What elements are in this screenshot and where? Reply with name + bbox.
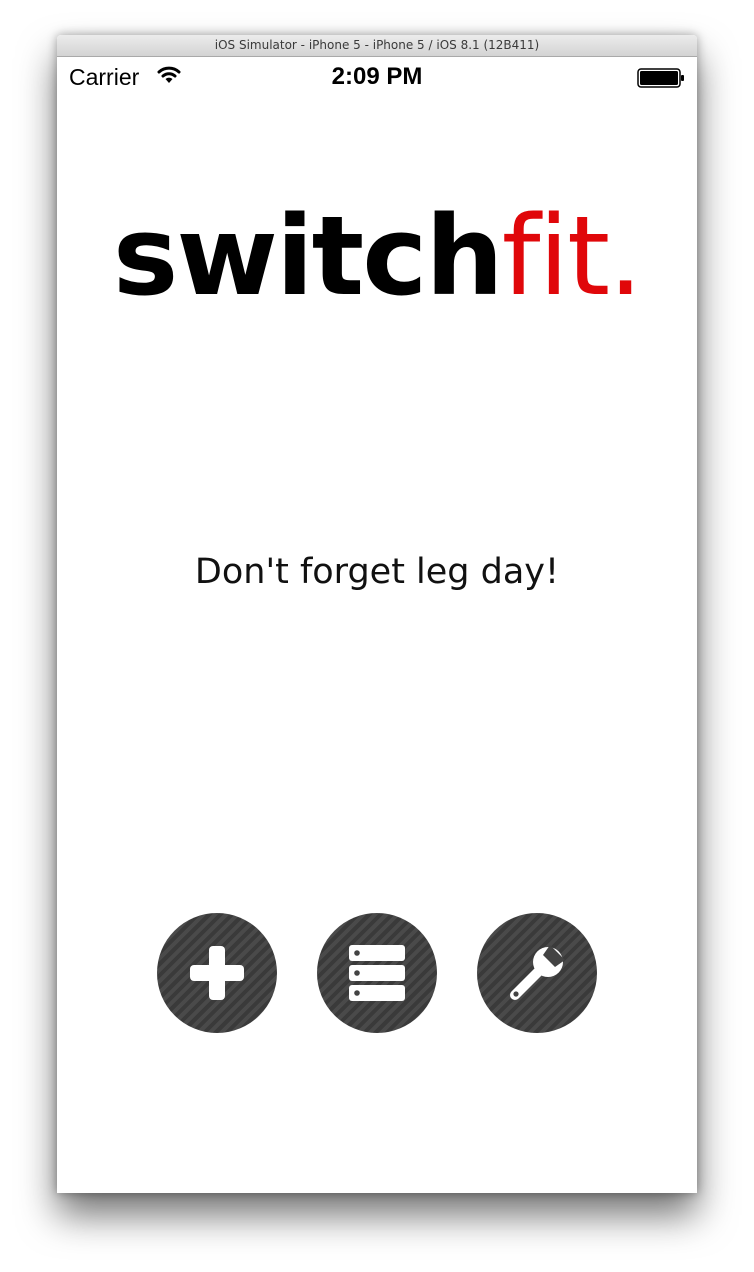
tagline: Don't forget leg day!	[194, 552, 560, 592]
battery-icon	[637, 68, 684, 88]
status-bar: Carrier 2:09 PM	[57, 57, 697, 97]
list-icon	[349, 945, 405, 1001]
app-logo: switchfit.	[57, 181, 697, 331]
logo-switch: switch	[112, 192, 504, 320]
simulator-window: iOS Simulator - iPhone 5 - iPhone 5 / iO…	[57, 35, 697, 1193]
add-button[interactable]	[157, 913, 277, 1033]
wrench-icon	[510, 945, 565, 1000]
settings-button[interactable]	[477, 913, 597, 1033]
phone-screen: Carrier 2:09 PM switchfit. Don't forget …	[57, 57, 697, 1193]
window-title: iOS Simulator - iPhone 5 - iPhone 5 / iO…	[57, 35, 697, 57]
list-button[interactable]	[317, 913, 437, 1033]
logo-fit: fit.	[501, 192, 643, 320]
status-time: 2:09 PM	[331, 63, 423, 90]
plus-icon	[190, 946, 244, 1000]
